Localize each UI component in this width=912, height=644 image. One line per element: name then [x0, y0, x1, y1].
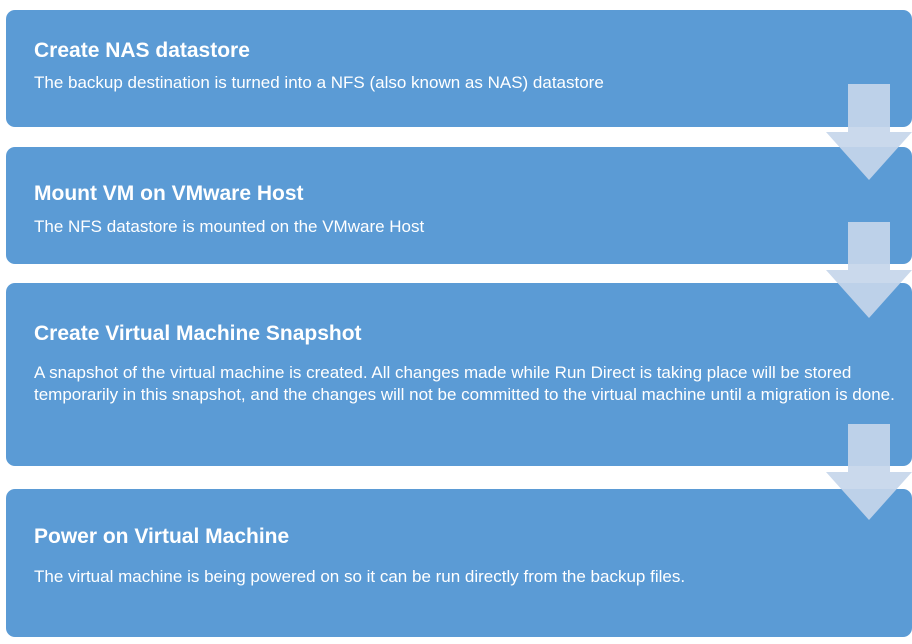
step-description: A snapshot of the virtual machine is cre… [34, 363, 895, 404]
step-create-nas-datastore: Create NAS datastore The backup destinat… [6, 10, 912, 127]
step-title: Mount VM on VMware Host [34, 182, 304, 205]
step-title: Power on Virtual Machine [34, 525, 290, 548]
step-power-on-vm: Power on Virtual Machine The virtual mac… [6, 489, 912, 637]
step-create-snapshot: Create Virtual Machine Snapshot A snapsh… [6, 283, 912, 466]
step-mount-vm: Mount VM on VMware Host The NFS datastor… [6, 147, 912, 264]
down-arrow-icon [826, 222, 912, 318]
step-title: Create Virtual Machine Snapshot [34, 322, 362, 345]
step-description: The virtual machine is being powered on … [34, 567, 686, 586]
step-description: The NFS datastore is mounted on the VMwa… [34, 217, 425, 236]
step-title: Create NAS datastore [34, 39, 250, 62]
down-arrow-icon [826, 424, 912, 520]
step-description: The backup destination is turned into a … [34, 73, 604, 92]
down-arrow-icon [826, 84, 912, 180]
